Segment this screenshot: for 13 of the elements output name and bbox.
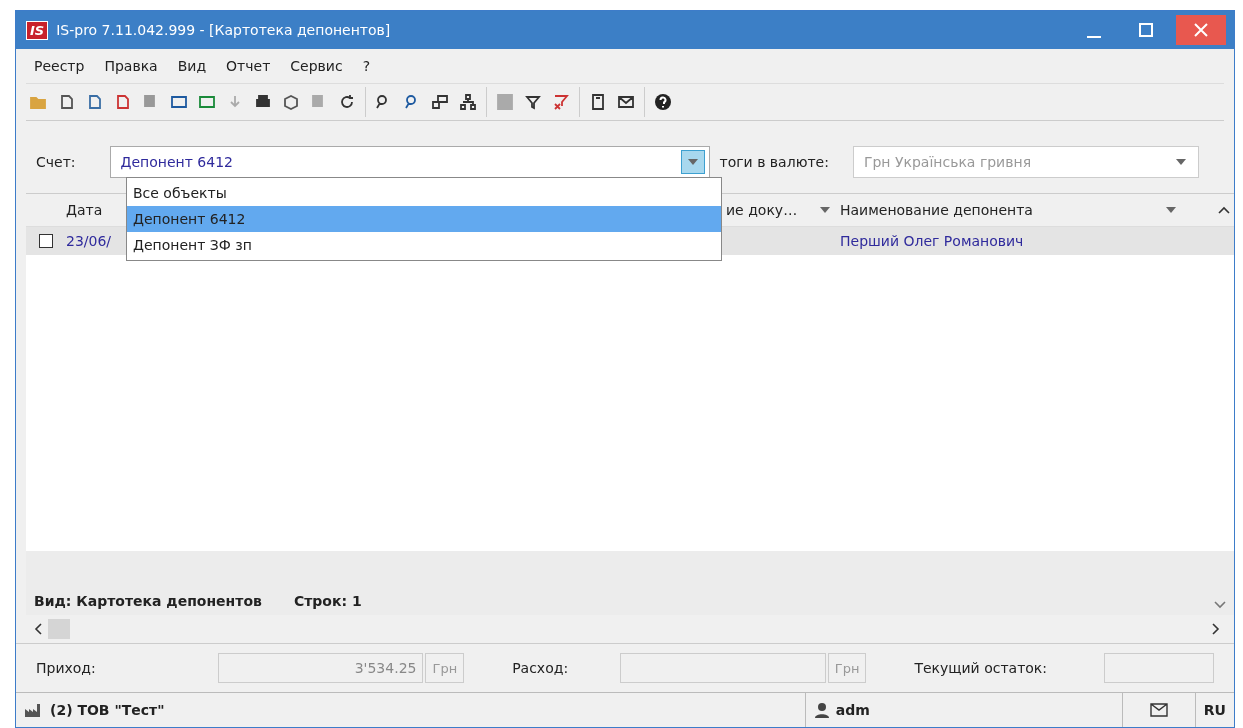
- field-label: Счет:: [36, 154, 76, 170]
- currency-unit: Грн: [425, 653, 465, 683]
- field-label: Приход:: [36, 660, 97, 676]
- field-label: тоги в валюте:: [719, 154, 829, 170]
- row-count: Строк: 1: [293, 593, 362, 609]
- app-logo: IS: [26, 20, 49, 40]
- view-name: Вид: Картотека депонентов: [34, 593, 262, 609]
- field-label: Текущий остаток:: [914, 660, 1049, 676]
- table-cell-text: 23/06/: [66, 233, 113, 249]
- table-cell: Перший Олег Романович: [840, 233, 1024, 249]
- window-title: IS-pro 7.11.042.999 - [Картотека депонентов]: [56, 22, 392, 38]
- currency-unit: Грн: [827, 653, 867, 683]
- field-label: Расход:: [512, 660, 570, 676]
